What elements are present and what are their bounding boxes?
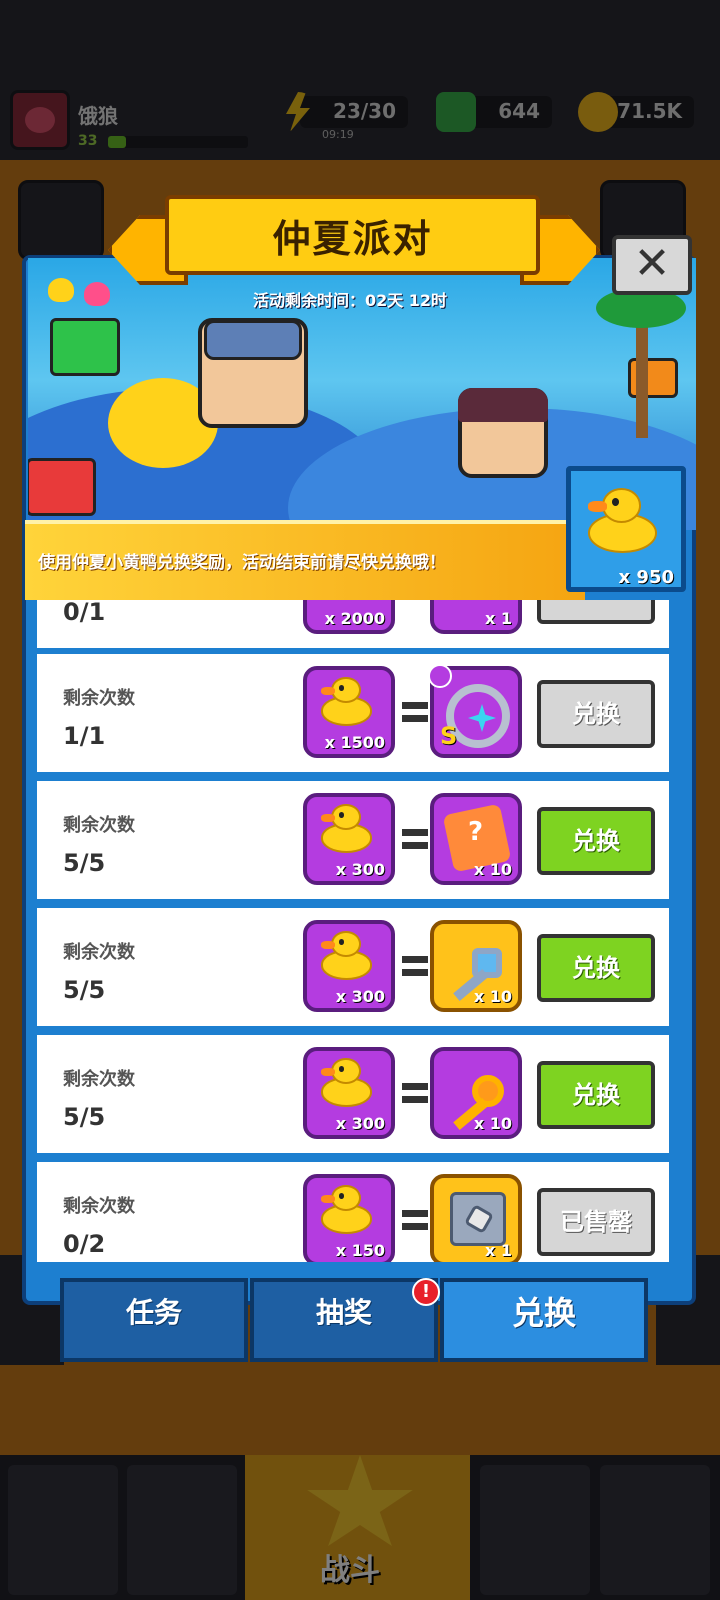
remaining-count: 1/1 xyxy=(63,722,106,750)
cost-slot: x 300 xyxy=(303,793,395,885)
tab-exchange[interactable]: 兑换 xyxy=(440,1278,648,1362)
tab-task[interactable]: 任务 xyxy=(60,1278,248,1362)
duck-icon xyxy=(317,674,381,730)
remaining-label: 剩余次数 xyxy=(63,1069,135,1090)
reward-qty: x 1 xyxy=(484,1241,512,1260)
cost-slot: x 300 xyxy=(303,920,395,1012)
reward-slot[interactable]: x 10 xyxy=(430,920,522,1012)
exchange-button[interactable]: 兑换 xyxy=(537,680,655,748)
exchange-row: 剩余次数 5/5 x 300 ? x 10 兑换 xyxy=(37,781,669,899)
reward-qty: x 10 xyxy=(473,860,512,879)
grade-label: S xyxy=(440,722,458,750)
sold-out-button: 已售罄 xyxy=(537,1188,655,1256)
equals-icon xyxy=(402,702,428,722)
cost-slot: x 300 xyxy=(303,1047,395,1139)
event-countdown: 活动剩余时间：02天 12时 xyxy=(252,291,448,310)
event-title: 仲夏派对 xyxy=(272,217,433,261)
alert-badge-icon: ! xyxy=(412,1278,440,1306)
cost-qty: x 300 xyxy=(335,1114,385,1133)
reward-qty: x 10 xyxy=(473,1114,512,1133)
gift-icon xyxy=(28,458,96,516)
duck-icon xyxy=(583,483,669,559)
reward-slot[interactable]: x 10 xyxy=(430,1047,522,1139)
cost-qty: x 2000 xyxy=(324,609,385,628)
remaining-label: 剩余次数 xyxy=(63,1196,135,1217)
exchange-row: 剩余次数 5/5 x 300 x 10 兑换 xyxy=(37,1035,669,1153)
remaining-label: 剩余次数 xyxy=(63,815,135,836)
heart-icon xyxy=(48,278,74,302)
pin-icon xyxy=(428,664,452,688)
remaining-count: 5/5 xyxy=(63,976,106,1004)
remaining-count: 5/5 xyxy=(63,1103,106,1131)
heart-icon xyxy=(84,282,110,306)
exchange-row: 剩余次数 1/1 x 1500 S 兑换 xyxy=(37,654,669,772)
reward-slot[interactable]: ? x 10 xyxy=(430,793,522,885)
equals-icon xyxy=(402,829,428,849)
remaining-count: 5/5 xyxy=(63,849,106,877)
event-description: 使用仲夏小黄鸭兑换奖励，活动结束前请尽快兑换哦！ xyxy=(38,553,446,573)
cost-qty: x 1500 xyxy=(324,733,385,752)
exchange-button[interactable] xyxy=(537,600,655,624)
reward-slot[interactable]: x 1 xyxy=(430,1174,522,1262)
exchange-button[interactable]: 兑换 xyxy=(537,807,655,875)
duck-icon xyxy=(317,928,381,984)
reward-slot[interactable]: S xyxy=(428,664,522,758)
cost-qty: x 150 xyxy=(335,1241,385,1260)
tab-lottery[interactable]: 抽奖 xyxy=(250,1278,438,1362)
exchange-button[interactable]: 兑换 xyxy=(537,934,655,1002)
duck-icon xyxy=(317,1055,381,1111)
close-button[interactable]: ✕ xyxy=(612,235,692,295)
goggles-icon xyxy=(204,320,302,360)
reward-qty: x 10 xyxy=(473,987,512,1006)
remaining-label: 剩余次数 xyxy=(63,688,135,709)
cost-qty: x 300 xyxy=(335,860,385,879)
equals-icon xyxy=(402,1210,428,1230)
remaining-count: 0/2 xyxy=(63,1230,106,1258)
remaining-count: 0/1 xyxy=(63,600,106,626)
close-icon: ✕ xyxy=(633,238,671,289)
reward-qty: x 1 xyxy=(484,609,512,628)
remaining-label: 剩余次数 xyxy=(63,942,135,963)
palm-tree-icon xyxy=(596,278,686,438)
event-tabs: 任务 抽奖 兑换 xyxy=(60,1278,650,1364)
cost-slot: x 2000 xyxy=(303,600,395,634)
exchange-button[interactable]: 兑换 xyxy=(537,1061,655,1129)
exchange-row: 剩余次数 5/5 x 300 x 10 兑换 xyxy=(37,908,669,1026)
cost-slot: x 150 xyxy=(303,1174,395,1262)
exchange-row: 剩余次数 0/2 x 150 x 1 已售罄 xyxy=(37,1162,669,1262)
equals-icon xyxy=(402,956,428,976)
cost-qty: x 300 xyxy=(335,987,385,1006)
reward-slot[interactable]: x 1 xyxy=(430,600,522,634)
duck-balance: x 950 xyxy=(618,567,674,588)
exchange-row: 0/1 x 2000 x 1 xyxy=(37,600,669,648)
equals-icon xyxy=(402,1083,428,1103)
gift-icon xyxy=(50,318,120,376)
duck-icon xyxy=(317,801,381,857)
duck-icon xyxy=(317,1182,381,1238)
cost-slot: x 1500 xyxy=(303,666,395,758)
exchange-list[interactable]: 0/1 x 2000 x 1 剩余次数 1/1 x 1500 S 兑换 剩余次数… xyxy=(37,600,669,1262)
